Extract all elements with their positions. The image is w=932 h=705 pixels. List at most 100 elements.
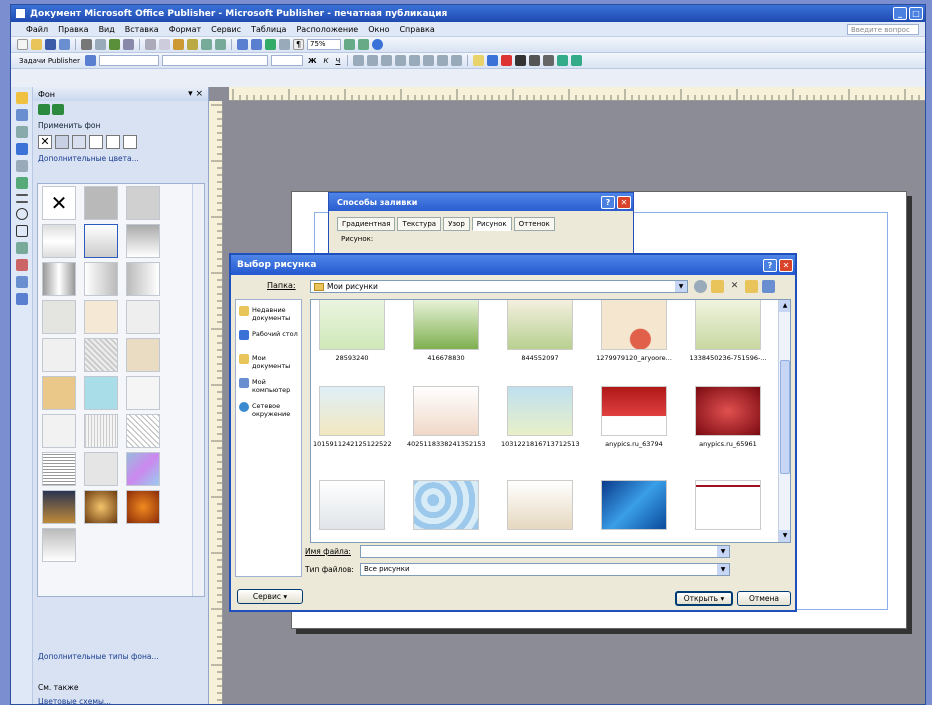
background-option[interactable]: [126, 262, 160, 296]
hotspot-tool-icon[interactable]: [15, 259, 28, 271]
tab-picture[interactable]: Рисунок: [471, 217, 512, 231]
menu-insert[interactable]: Вставка: [120, 25, 164, 34]
background-option[interactable]: [42, 376, 76, 410]
rectangle-tool-icon[interactable]: [15, 225, 28, 237]
help-icon[interactable]: [372, 39, 383, 50]
dash-style-icon[interactable]: [529, 55, 541, 66]
maximize-button[interactable]: □: [909, 7, 923, 20]
scroll-down-icon[interactable]: ▼: [779, 530, 790, 542]
place-recent[interactable]: Недавние документы: [239, 306, 301, 322]
file-thumbnail[interactable]: 4025118338241352153...: [407, 386, 485, 448]
zoom-select[interactable]: 75%: [307, 39, 341, 50]
zoom-in-icon[interactable]: [358, 39, 369, 50]
gallery-scrollbar[interactable]: [192, 184, 204, 596]
background-option[interactable]: [84, 262, 118, 296]
bullets-icon[interactable]: [423, 55, 435, 66]
file-thumbnail[interactable]: 844552097: [501, 300, 579, 362]
form-control-tool-icon[interactable]: [15, 276, 28, 288]
new-folder-icon[interactable]: [745, 280, 758, 293]
background-option[interactable]: [126, 490, 160, 524]
back-icon[interactable]: [694, 280, 707, 293]
increase-indent-icon[interactable]: [451, 55, 463, 66]
background-option[interactable]: [42, 490, 76, 524]
background-option[interactable]: [42, 262, 76, 296]
redo-icon[interactable]: [215, 39, 226, 50]
color-swatch[interactable]: [106, 135, 120, 149]
arrow-tool-icon[interactable]: [15, 201, 28, 203]
select-tool-icon[interactable]: [15, 92, 28, 104]
minimize-button[interactable]: _: [893, 7, 907, 20]
background-option[interactable]: [42, 528, 76, 562]
horizontal-ruler[interactable]: [229, 87, 925, 101]
tab-pattern[interactable]: Узор: [443, 217, 470, 231]
background-option[interactable]: [42, 452, 76, 486]
autoshapes-tool-icon[interactable]: [15, 242, 28, 254]
background-option[interactable]: [84, 186, 118, 220]
place-network[interactable]: Сетевое окружение: [239, 402, 301, 418]
more-colors-link[interactable]: Дополнительные цвета...: [33, 151, 208, 166]
no-fill-swatch[interactable]: ✕: [38, 135, 52, 149]
views-icon[interactable]: [762, 280, 775, 293]
color-swatch[interactable]: [89, 135, 103, 149]
background-option[interactable]: [84, 490, 118, 524]
tab-texture[interactable]: Текстура: [397, 217, 442, 231]
up-folder-icon[interactable]: [711, 280, 724, 293]
file-thumbnail[interactable]: 1015911242125122522...: [313, 386, 391, 448]
line-tool-icon[interactable]: [15, 194, 28, 196]
underline-button[interactable]: Ч: [334, 57, 343, 65]
color-schemes-link[interactable]: Цветовые схемы...: [33, 697, 208, 704]
file-thumbnail[interactable]: [501, 480, 579, 534]
file-thumbnail[interactable]: anypics.ru_63794: [595, 386, 673, 448]
numbering-icon[interactable]: [409, 55, 421, 66]
background-option[interactable]: [84, 300, 118, 334]
file-list-scrollbar[interactable]: ▲ ▼: [778, 300, 790, 542]
picture-tool-icon[interactable]: [15, 160, 28, 172]
spelling-icon[interactable]: [109, 39, 120, 50]
background-option[interactable]: [42, 414, 76, 448]
bold-button[interactable]: Ж: [306, 57, 319, 65]
color-swatch[interactable]: [55, 135, 69, 149]
publisher-tasks-button[interactable]: Задачи Publisher: [17, 57, 82, 65]
background-option[interactable]: [84, 338, 118, 372]
arrow-style-icon[interactable]: [543, 55, 555, 66]
background-option[interactable]: [126, 414, 160, 448]
task-pane-close-icon[interactable]: ▾ ×: [188, 89, 203, 99]
background-option[interactable]: [126, 186, 160, 220]
menu-window[interactable]: Окно: [363, 25, 394, 34]
scroll-up-icon[interactable]: ▲: [779, 300, 790, 312]
menu-edit[interactable]: Правка: [53, 25, 93, 34]
file-thumbnail[interactable]: 28593240: [313, 300, 391, 362]
tab-gradient[interactable]: Градиентная: [337, 217, 396, 231]
font-size-select[interactable]: [270, 55, 303, 66]
file-type-select[interactable]: Все рисунки ▼: [360, 563, 730, 576]
tools-button[interactable]: Сервис ▾: [237, 589, 303, 604]
columns-icon[interactable]: [279, 39, 290, 50]
style-select[interactable]: [98, 55, 159, 66]
shadow-style-icon[interactable]: [557, 55, 569, 66]
send-backward-icon[interactable]: [251, 39, 262, 50]
table-tool-icon[interactable]: [15, 126, 28, 138]
new-icon[interactable]: [17, 39, 28, 50]
paste-icon[interactable]: [173, 39, 184, 50]
undo-icon[interactable]: [201, 39, 212, 50]
format-painter-icon[interactable]: [187, 39, 198, 50]
email-icon[interactable]: [59, 39, 70, 50]
background-option[interactable]: [84, 414, 118, 448]
clip-art-tool-icon[interactable]: [15, 177, 28, 189]
font-select[interactable]: [161, 55, 268, 66]
align-right-icon[interactable]: [381, 55, 393, 66]
menu-format[interactable]: Формат: [164, 25, 206, 34]
print-preview-icon[interactable]: [95, 39, 106, 50]
background-option[interactable]: [84, 452, 118, 486]
line-style-icon[interactable]: [515, 55, 527, 66]
vertical-ruler[interactable]: [209, 101, 223, 704]
tab-tint[interactable]: Оттенок: [513, 217, 555, 231]
color-swatch[interactable]: [72, 135, 86, 149]
decrease-indent-icon[interactable]: [437, 55, 449, 66]
wordart-tool-icon[interactable]: [15, 143, 28, 155]
fill-color-icon[interactable]: [473, 55, 485, 66]
cancel-button[interactable]: Отмена: [737, 591, 791, 606]
menu-file[interactable]: Файл: [21, 25, 53, 34]
more-background-types-link[interactable]: Дополнительные типы фона...: [33, 652, 208, 661]
menu-help[interactable]: Справка: [394, 25, 439, 34]
